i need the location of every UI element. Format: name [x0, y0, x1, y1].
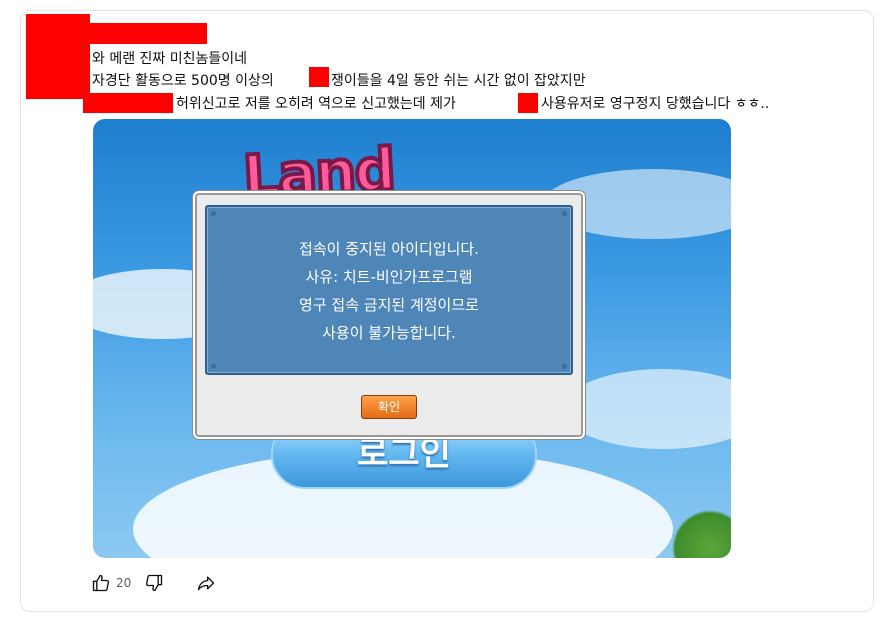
rivet-icon	[562, 364, 567, 369]
redaction-word-3	[518, 93, 538, 113]
attached-image[interactable]: Land 로그인 접속이 중지된 아이디입니다. 사유: 치트-비인가프로그램 …	[93, 119, 731, 558]
bushes-decoration	[661, 508, 731, 558]
redaction-username	[90, 23, 207, 44]
like-count: 20	[116, 576, 132, 590]
comment-line-3a: 허위신고로 저를 오히려 역으로 신고했는데 제가	[176, 96, 456, 112]
dialog-line-2: 사유: 치트-비인가프로그램	[305, 268, 473, 286]
comment-line-2b: 쟁이들을 4일 동안 쉬는 시간 없이 잡았지만	[331, 73, 586, 89]
comment-line-1: 와 메랜 진짜 미친놈들이네	[92, 51, 248, 67]
dialog-line-3: 영구 접속 금지된 계정이므로	[299, 296, 479, 314]
dialog-message-panel: 접속이 중지된 아이디입니다. 사유: 치트-비인가프로그램 영구 접속 금지된…	[205, 205, 573, 375]
redaction-word-1	[309, 67, 329, 87]
comment-actions: 20	[90, 572, 217, 594]
redaction-word-2	[83, 93, 173, 113]
ban-dialog: 접속이 중지된 아이디입니다. 사유: 치트-비인가프로그램 영구 접속 금지된…	[195, 193, 583, 437]
rivet-icon	[211, 364, 216, 369]
thumbs-up-icon[interactable]	[90, 572, 112, 594]
cloud	[563, 369, 731, 449]
redaction-avatar	[26, 14, 90, 99]
share-icon[interactable]	[195, 572, 217, 594]
dialog-line-1: 접속이 중지된 아이디입니다.	[299, 240, 479, 258]
comment-line-3b: 사용유저로 영구정지 당했습니다 ㅎㅎ..	[541, 96, 770, 112]
rivet-icon	[562, 211, 567, 216]
ok-button[interactable]: 확인	[361, 395, 417, 419]
dialog-line-4: 사용이 불가능합니다.	[322, 324, 456, 342]
thumbs-down-icon[interactable]	[143, 572, 165, 594]
comment-line-2a: 자경단 활동으로 500명 이상의	[92, 73, 274, 89]
rivet-icon	[211, 211, 216, 216]
